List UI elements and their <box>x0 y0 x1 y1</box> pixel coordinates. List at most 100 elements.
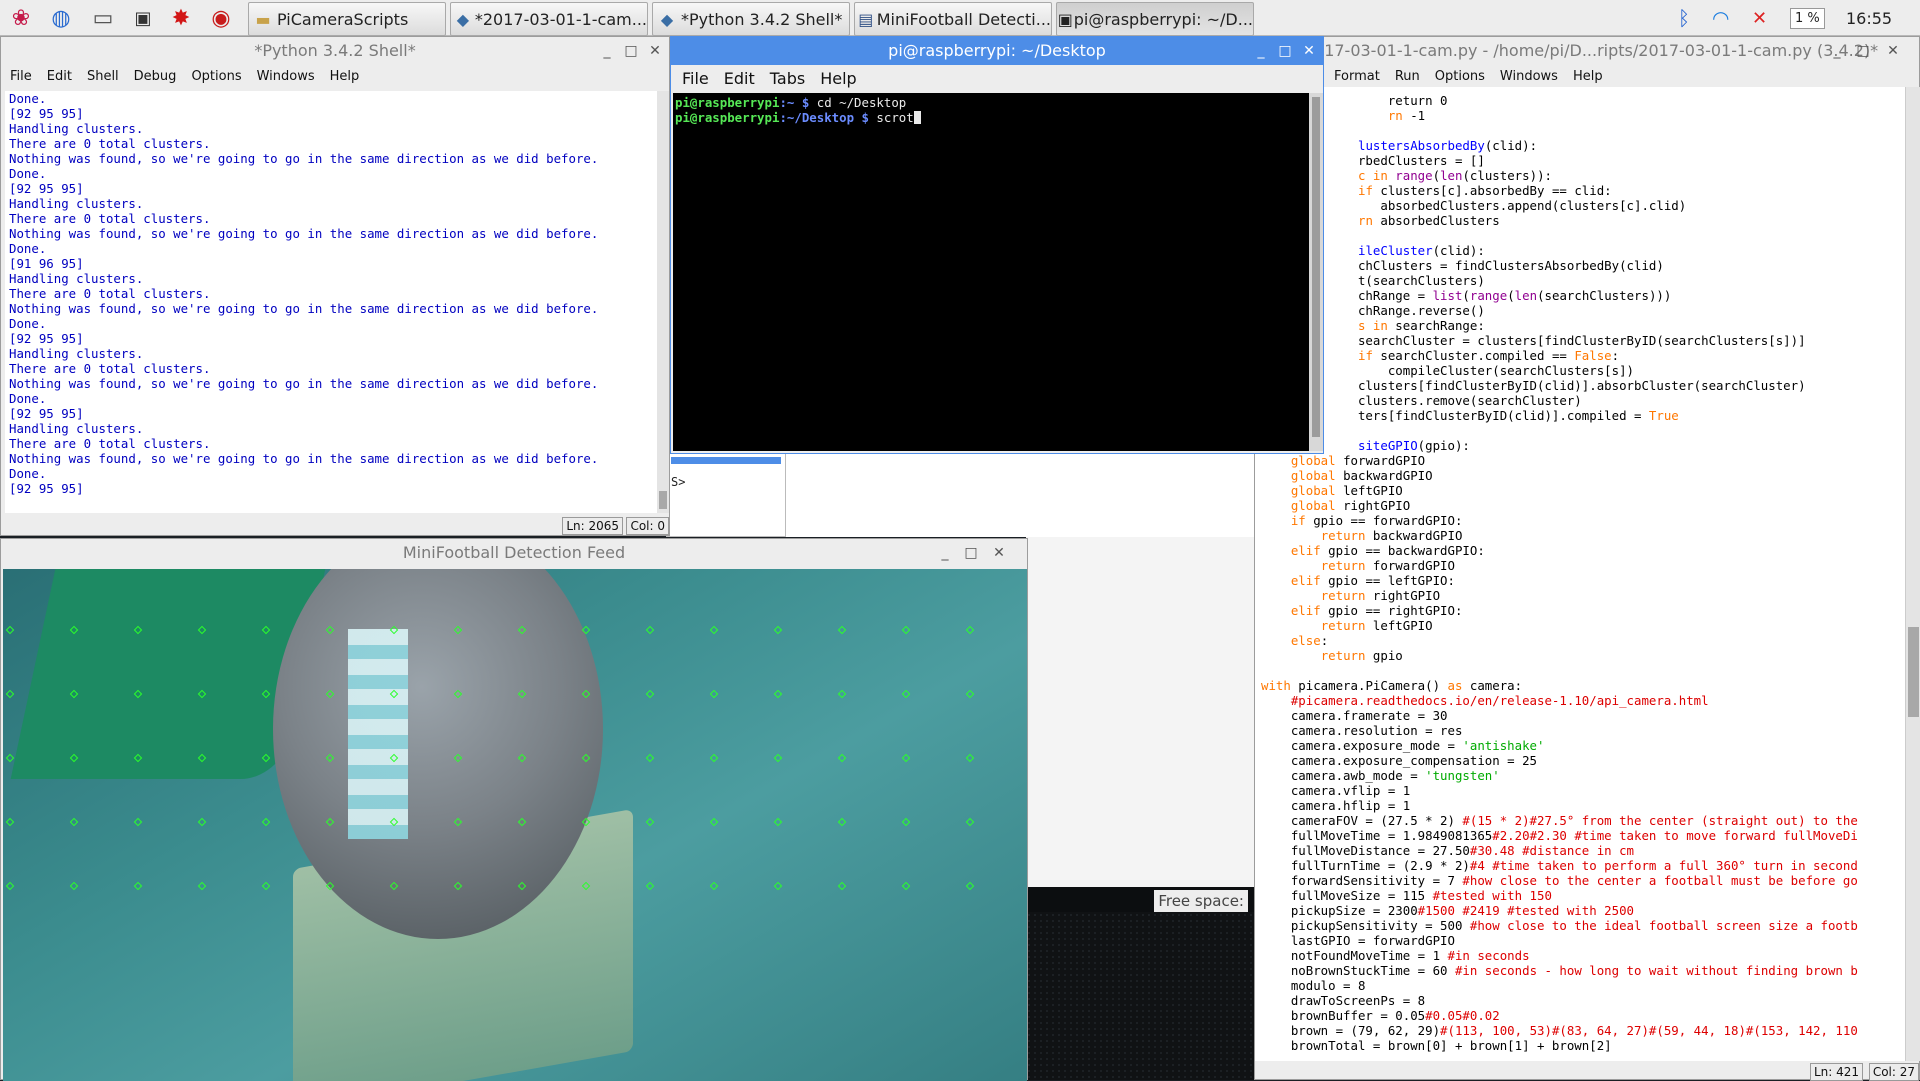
editor-scrollbar[interactable] <box>1905 87 1920 1061</box>
grid-marker <box>197 625 207 635</box>
menu-windows[interactable]: Windows <box>1493 69 1566 84</box>
grid-marker <box>709 817 719 827</box>
task-shell[interactable]: ◆ *Python 3.4.2 Shell* <box>652 2 850 36</box>
bluetooth-icon[interactable]: ᛒ <box>1678 0 1690 36</box>
task-feed[interactable]: ▤ MiniFootball Detecti... <box>854 2 1052 36</box>
raspberry-menu-icon[interactable]: ❀ <box>6 3 36 33</box>
shell-output-area[interactable]: Done. [92 95 95] Handling clusters. There a… <box>5 91 657 513</box>
grid-marker <box>69 817 79 827</box>
grid-marker <box>965 881 975 891</box>
shell-output-line: Handling clusters. <box>9 271 144 286</box>
close-icon[interactable]: ✕ <box>1883 37 1903 65</box>
grid-marker <box>197 817 207 827</box>
maximize-icon[interactable]: □ <box>621 37 641 65</box>
editor-text-area[interactable]: return 0 rn -1 lustersAbsorbedBy(clid): … <box>1255 87 1905 1061</box>
web-browser-icon[interactable]: ◍ <box>46 3 76 33</box>
free-space-label: Free space: <box>1154 890 1248 912</box>
wifi-icon[interactable]: ◠ <box>1712 0 1729 36</box>
menu-run[interactable]: Run <box>1388 69 1428 84</box>
scrollbar-thumb[interactable] <box>1312 97 1320 437</box>
minimize-icon[interactable]: _ <box>935 539 955 567</box>
shell-output-line: [92 95 95] <box>9 481 84 496</box>
grid-marker <box>325 881 335 891</box>
minimize-icon[interactable]: _ <box>1251 37 1271 65</box>
background-window-2 <box>786 452 1254 537</box>
terminal-window: pi@raspberrypi: ~/Desktop _ □ ✕ File Edi… <box>670 36 1324 454</box>
scrollbar-thumb[interactable] <box>1908 627 1919 717</box>
grid-marker <box>581 689 591 699</box>
menu-options[interactable]: Options <box>184 69 249 84</box>
camera-feed-image <box>3 569 1027 1081</box>
task-picamerascripts[interactable]: ▬ PiCameraScripts <box>248 2 446 36</box>
task-editor[interactable]: ◆ *2017-03-01-1-cam... <box>450 2 648 36</box>
close-icon[interactable]: ✕ <box>1299 37 1319 65</box>
mathematica-icon[interactable]: ✸ <box>166 3 196 33</box>
grid-marker <box>325 625 335 635</box>
menu-help[interactable]: Help <box>813 69 864 88</box>
terminal-screen[interactable]: pi@raspberrypi:~ $ cd ~/Desktop pi@raspbe… <box>673 93 1309 451</box>
menu-shell[interactable]: Shell <box>80 69 127 84</box>
grid-marker <box>837 753 847 763</box>
maximize-icon[interactable]: □ <box>961 539 981 567</box>
menu-format[interactable]: Format <box>1327 69 1388 84</box>
grid-marker <box>645 625 655 635</box>
grid-marker <box>133 689 143 699</box>
shell-menubar: File Edit Shell Debug Options Windows He… <box>1 65 669 87</box>
shell-titlebar[interactable]: *Python 3.4.2 Shell* _ □ ✕ <box>1 37 669 65</box>
close-icon[interactable]: ✕ <box>989 539 1009 567</box>
grid-marker <box>709 753 719 763</box>
editor-titlebar[interactable]: *2017-03-01-1-cam.py - /home/pi/D...ript… <box>1255 37 1919 65</box>
close-icon[interactable]: ✕ <box>645 37 665 65</box>
menu-help[interactable]: Help <box>323 69 368 84</box>
wolfram-icon[interactable]: ◉ <box>206 3 236 33</box>
terminal-titlebar[interactable]: pi@raspberrypi: ~/Desktop _ □ ✕ <box>671 37 1323 65</box>
taskbar: ❀ ◍ ▭ ▣ ✸ ◉ ▬ PiCameraScripts ◆ *2017-03… <box>0 0 1920 36</box>
grid-marker <box>517 753 527 763</box>
minimize-icon[interactable]: _ <box>597 37 617 65</box>
editor-title: *2017-03-01-1-cam.py - /home/pi/D...ript… <box>1295 41 1879 60</box>
background-strip <box>1026 537 1254 887</box>
grid-marker <box>837 817 847 827</box>
terminal-icon[interactable]: ▣ <box>128 3 158 33</box>
python-shell-window: *Python 3.4.2 Shell* _ □ ✕ File Edit She… <box>0 36 670 536</box>
task-label: MiniFootball Detecti... <box>876 9 1051 29</box>
shell-scrollbar[interactable] <box>657 91 669 513</box>
task-label: *Python 3.4.2 Shell* <box>681 9 843 29</box>
shell-output-line: [92 95 95] <box>9 106 84 121</box>
terminal-cursor <box>913 111 921 124</box>
file-manager-behind: Free space: <box>1026 886 1254 1080</box>
menu-edit[interactable]: Edit <box>40 69 80 84</box>
grid-marker <box>325 817 335 827</box>
menu-options[interactable]: Options <box>1428 69 1493 84</box>
clock[interactable]: 16:55 <box>1846 0 1892 36</box>
grid-marker <box>261 817 271 827</box>
shell-output-line: [92 95 95] <box>9 406 84 421</box>
shell-output-line: Done. <box>9 91 47 106</box>
menu-file[interactable]: File <box>675 69 717 88</box>
shell-output-line: Handling clusters. <box>9 121 144 136</box>
maximize-icon[interactable]: □ <box>1853 37 1873 65</box>
menu-edit[interactable]: Edit <box>717 69 763 88</box>
grid-marker <box>645 817 655 827</box>
minimize-icon[interactable]: _ <box>1827 37 1847 65</box>
scrollbar-thumb[interactable] <box>659 491 667 509</box>
grid-marker <box>453 817 463 827</box>
shell-output-line: Done. <box>9 316 47 331</box>
grid-marker <box>517 881 527 891</box>
terminal-menubar: File Edit Tabs Help <box>671 65 1323 91</box>
file-manager-icon[interactable]: ▭ <box>88 3 118 33</box>
window-icon: ▤ <box>858 9 874 29</box>
feed-titlebar[interactable]: MiniFootball Detection Feed _ □ ✕ <box>1 539 1027 567</box>
menu-help[interactable]: Help <box>1566 69 1611 84</box>
maximize-icon[interactable]: □ <box>1275 37 1295 65</box>
volume-muted-icon[interactable]: ✕ <box>1752 0 1767 36</box>
menu-windows[interactable]: Windows <box>250 69 323 84</box>
menu-file[interactable]: File <box>3 69 40 84</box>
terminal-title: pi@raspberrypi: ~/Desktop <box>888 41 1106 60</box>
menu-debug[interactable]: Debug <box>127 69 185 84</box>
grid-marker <box>517 689 527 699</box>
menu-tabs[interactable]: Tabs <box>763 69 813 88</box>
task-terminal[interactable]: ▣ pi@raspberrypi: ~/D... <box>1056 2 1254 36</box>
shell-output-line: Done. <box>9 391 47 406</box>
terminal-scrollbar[interactable] <box>1309 93 1323 451</box>
